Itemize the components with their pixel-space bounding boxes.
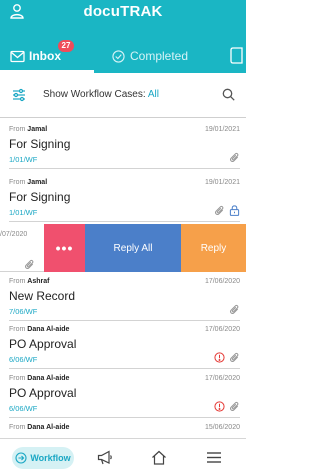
from-line: From Dana Al-aide [9, 326, 70, 333]
case-date: 17/06/2020 [204, 278, 240, 285]
case-reference[interactable]: 6/06/WF [9, 404, 37, 413]
from-line: From Dana Al-aide [9, 424, 70, 431]
paperclip-icon [214, 205, 224, 216]
case-reference[interactable]: 6/06/WF [9, 355, 37, 364]
case-reference[interactable]: 1/01/WF [9, 208, 37, 217]
filter-bar: Show Workflow Cases: All [0, 74, 246, 118]
megaphone-icon[interactable] [97, 450, 113, 465]
check-circle-icon [112, 49, 125, 63]
tab-inbox-label: Inbox [29, 49, 61, 63]
envelope-icon [10, 50, 25, 62]
sender-name: Jamal [27, 126, 48, 133]
workflow-case-row[interactable]: From Ashraf 17/06/2020 New Record 7/06/W… [9, 274, 240, 321]
swiped-case-row[interactable]: /07/2020 ••• Reply All Reply [0, 224, 246, 272]
active-tab-indicator [0, 70, 94, 73]
nav-workflow-button[interactable]: Workflow [12, 447, 74, 469]
reply-all-button[interactable]: Reply All [85, 224, 181, 272]
case-date: 15/06/2020 [204, 424, 240, 431]
paperclip-icon [229, 304, 239, 315]
filter-label: Show Workflow Cases: [43, 89, 146, 100]
workflow-case-row[interactable]: From Dana Al-aide 17/06/2020 PO Approval… [9, 322, 240, 369]
case-reference[interactable]: 7/06/WF [9, 307, 37, 316]
sender-name: Dana Al-aide [27, 375, 70, 382]
search-icon[interactable] [222, 88, 235, 101]
paperclip-icon [229, 152, 239, 163]
tab-inbox[interactable]: Inbox [10, 46, 61, 66]
lock-icon [229, 205, 240, 216]
alert-icon [214, 401, 225, 412]
from-line: From Jamal [9, 179, 48, 186]
workflow-case-row[interactable]: From Jamal 19/01/2021 For Signing 1/01/W… [9, 122, 240, 169]
case-title: PO Approval [9, 386, 77, 400]
case-title: PO Approval [9, 337, 77, 351]
sender-name: Dana Al-aide [27, 326, 70, 333]
paperclip-icon [229, 401, 239, 412]
inbox-count-badge: 27 [58, 40, 74, 52]
app-title: docuTRAK [83, 3, 163, 20]
workflow-case-row[interactable]: From Dana Al-aide 17/06/2020 PO Approval… [9, 371, 240, 418]
filter-value[interactable]: All [148, 89, 159, 100]
reply-button[interactable]: Reply [181, 224, 246, 272]
case-date: /07/2020 [0, 231, 28, 238]
tab-completed[interactable]: Completed [111, 46, 188, 66]
case-date: 19/01/2021 [204, 126, 240, 133]
tab-completed-label: Completed [130, 49, 189, 63]
more-actions-button[interactable]: ••• [44, 224, 85, 272]
filter-sliders-icon[interactable] [12, 88, 26, 102]
workflow-case-row[interactable]: From Jamal 19/01/2021 For Signing 1/01/W… [9, 175, 240, 222]
case-title: For Signing [9, 190, 71, 204]
case-title: New Record [9, 289, 76, 303]
nav-workflow-label: Workflow [30, 453, 71, 463]
workflow-icon [15, 452, 27, 464]
sender-name: Jamal [27, 179, 48, 186]
paperclip-icon [24, 259, 34, 270]
workflow-case-row[interactable]: From Dana Al-aide 15/06/2020 [9, 420, 240, 438]
case-date: 17/06/2020 [204, 375, 240, 382]
home-icon[interactable] [151, 450, 167, 465]
sender-name: Dana Al-aide [27, 424, 70, 431]
workflow-filter[interactable]: Show Workflow Cases: All [43, 89, 159, 100]
from-line: From Ashraf [9, 278, 50, 285]
case-date: 17/06/2020 [204, 326, 240, 333]
bottom-navigation: Workflow [0, 438, 246, 475]
menu-icon[interactable] [206, 450, 222, 465]
app-header: docuTRAK Inbox 27 Completed [0, 0, 246, 73]
case-date: 19/01/2021 [204, 179, 240, 186]
from-line: From Jamal [9, 126, 48, 133]
alert-icon [214, 352, 225, 363]
document-tab-icon[interactable] [230, 47, 244, 64]
paperclip-icon [229, 352, 239, 363]
case-title: For Signing [9, 137, 71, 151]
sender-name: Ashraf [27, 278, 50, 285]
case-reference[interactable]: 1/01/WF [9, 155, 37, 164]
from-line: From Dana Al-aide [9, 375, 70, 382]
